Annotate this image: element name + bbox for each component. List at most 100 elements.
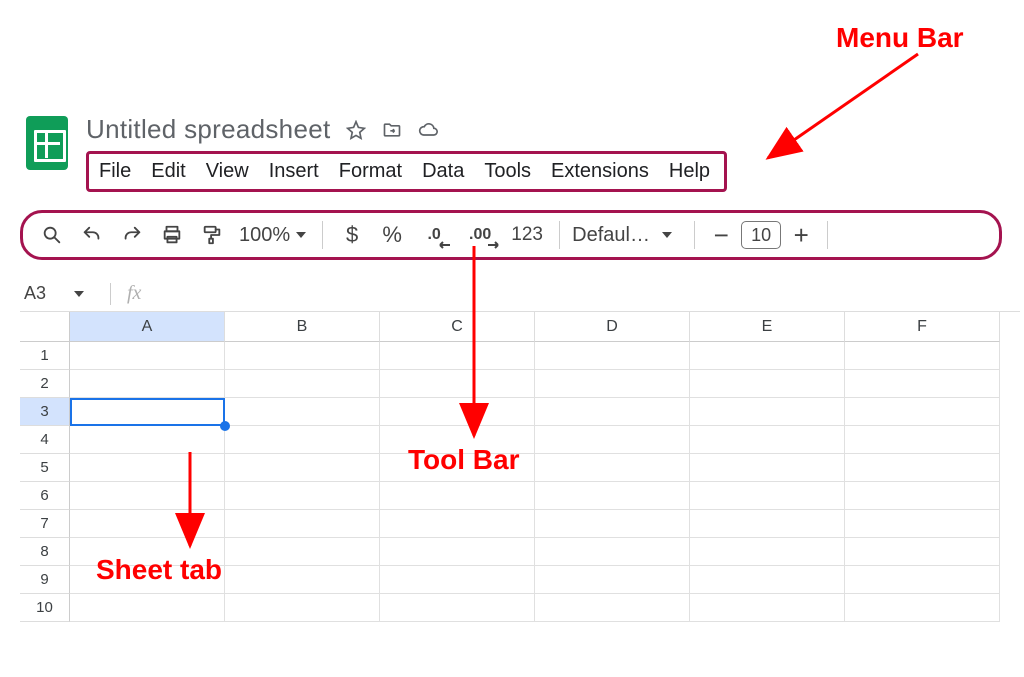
cell[interactable]	[70, 538, 225, 566]
row-header[interactable]: 2	[20, 370, 70, 398]
cell[interactable]	[225, 426, 380, 454]
cell[interactable]	[690, 370, 845, 398]
cell[interactable]	[845, 566, 1000, 594]
cell[interactable]	[380, 510, 535, 538]
star-icon[interactable]	[346, 120, 366, 140]
select-all-corner[interactable]	[20, 312, 70, 342]
cell[interactable]	[690, 482, 845, 510]
row-header[interactable]: 10	[20, 594, 70, 622]
search-button[interactable]	[35, 218, 69, 252]
column-header[interactable]: B	[225, 312, 380, 342]
zoom-select[interactable]: 100%	[235, 224, 310, 247]
percent-button[interactable]: %	[375, 218, 409, 252]
cell[interactable]	[535, 510, 690, 538]
cell[interactable]	[535, 538, 690, 566]
cell[interactable]	[845, 370, 1000, 398]
cell[interactable]	[845, 342, 1000, 370]
row-header[interactable]: 4	[20, 426, 70, 454]
cell[interactable]	[690, 454, 845, 482]
cell[interactable]	[225, 538, 380, 566]
increase-font-size-button[interactable]: +	[787, 220, 815, 251]
menu-file[interactable]: File	[99, 160, 131, 183]
sheets-logo[interactable]	[26, 116, 68, 170]
cell[interactable]	[380, 482, 535, 510]
cell[interactable]	[380, 342, 535, 370]
column-header[interactable]: D	[535, 312, 690, 342]
cell[interactable]	[70, 370, 225, 398]
cell[interactable]	[535, 594, 690, 622]
cell[interactable]	[535, 426, 690, 454]
cell[interactable]	[70, 510, 225, 538]
menu-format[interactable]: Format	[339, 160, 402, 183]
cell[interactable]	[380, 538, 535, 566]
document-title[interactable]: Untitled spreadsheet	[86, 114, 330, 145]
cell[interactable]	[380, 594, 535, 622]
cell[interactable]	[690, 510, 845, 538]
cloud-icon[interactable]	[418, 120, 438, 140]
row-header[interactable]: 3	[20, 398, 70, 426]
font-select[interactable]: Defaul…	[572, 224, 682, 247]
cell[interactable]	[380, 398, 535, 426]
cell[interactable]	[690, 342, 845, 370]
cell[interactable]	[225, 398, 380, 426]
cell[interactable]	[380, 426, 535, 454]
increase-decimal-button[interactable]: .00	[459, 218, 501, 252]
menu-insert[interactable]: Insert	[269, 160, 319, 183]
menu-edit[interactable]: Edit	[151, 160, 185, 183]
cell[interactable]	[690, 566, 845, 594]
cell[interactable]	[535, 454, 690, 482]
cell[interactable]	[380, 370, 535, 398]
decrease-decimal-button[interactable]: .0	[415, 218, 453, 252]
cell[interactable]	[535, 342, 690, 370]
cell[interactable]	[225, 510, 380, 538]
undo-button[interactable]	[75, 218, 109, 252]
move-folder-icon[interactable]	[382, 120, 402, 140]
cell[interactable]	[845, 510, 1000, 538]
cell[interactable]	[225, 566, 380, 594]
cell[interactable]	[690, 538, 845, 566]
cell[interactable]	[225, 370, 380, 398]
menu-tools[interactable]: Tools	[484, 160, 531, 183]
cell[interactable]	[690, 594, 845, 622]
cell[interactable]	[70, 342, 225, 370]
cell[interactable]	[70, 594, 225, 622]
print-button[interactable]	[155, 218, 189, 252]
cell[interactable]	[845, 426, 1000, 454]
cell[interactable]	[535, 398, 690, 426]
cell[interactable]	[225, 594, 380, 622]
cell[interactable]	[690, 398, 845, 426]
menu-view[interactable]: View	[206, 160, 249, 183]
cell[interactable]	[845, 398, 1000, 426]
cell[interactable]	[225, 454, 380, 482]
menu-data[interactable]: Data	[422, 160, 464, 183]
column-header[interactable]: A	[70, 312, 225, 342]
menu-help[interactable]: Help	[669, 160, 710, 183]
redo-button[interactable]	[115, 218, 149, 252]
cell[interactable]	[845, 538, 1000, 566]
column-header[interactable]: E	[690, 312, 845, 342]
row-header[interactable]: 6	[20, 482, 70, 510]
more-formats-button[interactable]: 123	[507, 218, 547, 252]
cell[interactable]	[690, 426, 845, 454]
cell[interactable]	[380, 566, 535, 594]
cell[interactable]	[535, 370, 690, 398]
column-header[interactable]: C	[380, 312, 535, 342]
cell[interactable]	[535, 566, 690, 594]
cell[interactable]	[70, 454, 225, 482]
cell[interactable]	[225, 482, 380, 510]
cell[interactable]	[70, 426, 225, 454]
cell-selected[interactable]	[70, 398, 225, 426]
menu-extensions[interactable]: Extensions	[551, 160, 649, 183]
row-header[interactable]: 8	[20, 538, 70, 566]
row-header[interactable]: 9	[20, 566, 70, 594]
column-header[interactable]: F	[845, 312, 1000, 342]
cell[interactable]	[535, 482, 690, 510]
paint-format-button[interactable]	[195, 218, 229, 252]
cell[interactable]	[845, 594, 1000, 622]
cell[interactable]	[70, 566, 225, 594]
cell[interactable]	[845, 482, 1000, 510]
cell[interactable]	[70, 482, 225, 510]
row-header[interactable]: 1	[20, 342, 70, 370]
currency-button[interactable]: $	[335, 218, 369, 252]
row-header[interactable]: 5	[20, 454, 70, 482]
